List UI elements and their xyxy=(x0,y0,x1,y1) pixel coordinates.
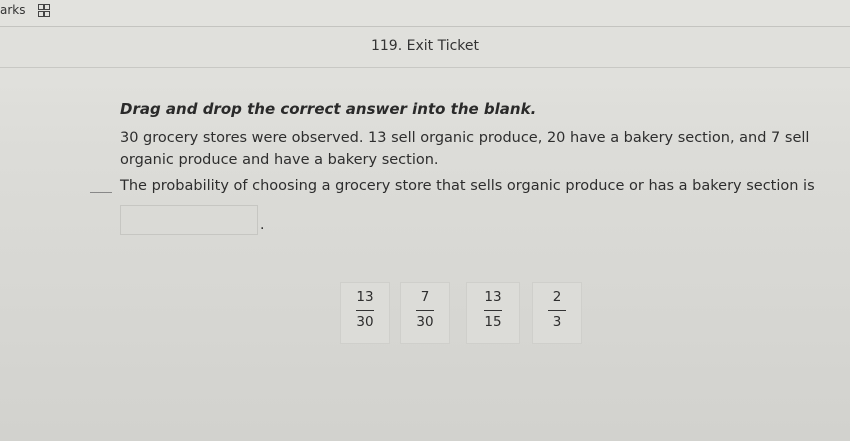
numerator: 2 xyxy=(552,289,562,305)
fraction: 13 30 xyxy=(341,289,389,332)
denominator: 3 xyxy=(552,314,562,330)
fraction: 7 30 xyxy=(401,289,449,332)
top-toolbar: arks xyxy=(0,0,850,27)
fraction-bar xyxy=(416,310,434,311)
fraction-bar xyxy=(356,310,374,311)
exit-ticket-page: arks 119. Exit Ticket Drag and drop the … xyxy=(0,0,850,441)
page-title: 119. Exit Ticket xyxy=(370,38,479,54)
numerator: 13 xyxy=(356,289,374,305)
denominator: 30 xyxy=(356,314,374,330)
question-prompt: The probability of choosing a grocery st… xyxy=(120,178,815,194)
answer-tile-13-15[interactable]: 13 15 xyxy=(466,282,520,344)
answer-tile-7-30[interactable]: 7 30 xyxy=(400,282,450,344)
denominator: 15 xyxy=(484,314,502,330)
answer-tile-13-30[interactable]: 13 30 xyxy=(340,282,390,344)
fraction: 13 15 xyxy=(467,289,519,332)
blank-row: . xyxy=(120,203,830,237)
title-band: 119. Exit Ticket xyxy=(0,27,850,68)
toolbar-label: arks xyxy=(0,3,26,17)
divider xyxy=(90,192,112,193)
fraction-bar xyxy=(484,310,502,311)
grid-icon[interactable] xyxy=(38,4,50,17)
fraction-bar xyxy=(548,310,566,311)
answer-tile-2-3[interactable]: 2 3 xyxy=(532,282,582,344)
numerator: 13 xyxy=(484,289,502,305)
sentence-period: . xyxy=(260,217,265,233)
question-body: 30 grocery stores were observed. 13 sell… xyxy=(120,130,810,168)
answer-drop-zone[interactable] xyxy=(120,205,258,235)
instruction-text: Drag and drop the correct answer into th… xyxy=(120,100,537,118)
numerator: 7 xyxy=(420,289,430,305)
fraction: 2 3 xyxy=(533,289,581,332)
denominator: 30 xyxy=(416,314,434,330)
question-content: Drag and drop the correct answer into th… xyxy=(120,100,830,237)
